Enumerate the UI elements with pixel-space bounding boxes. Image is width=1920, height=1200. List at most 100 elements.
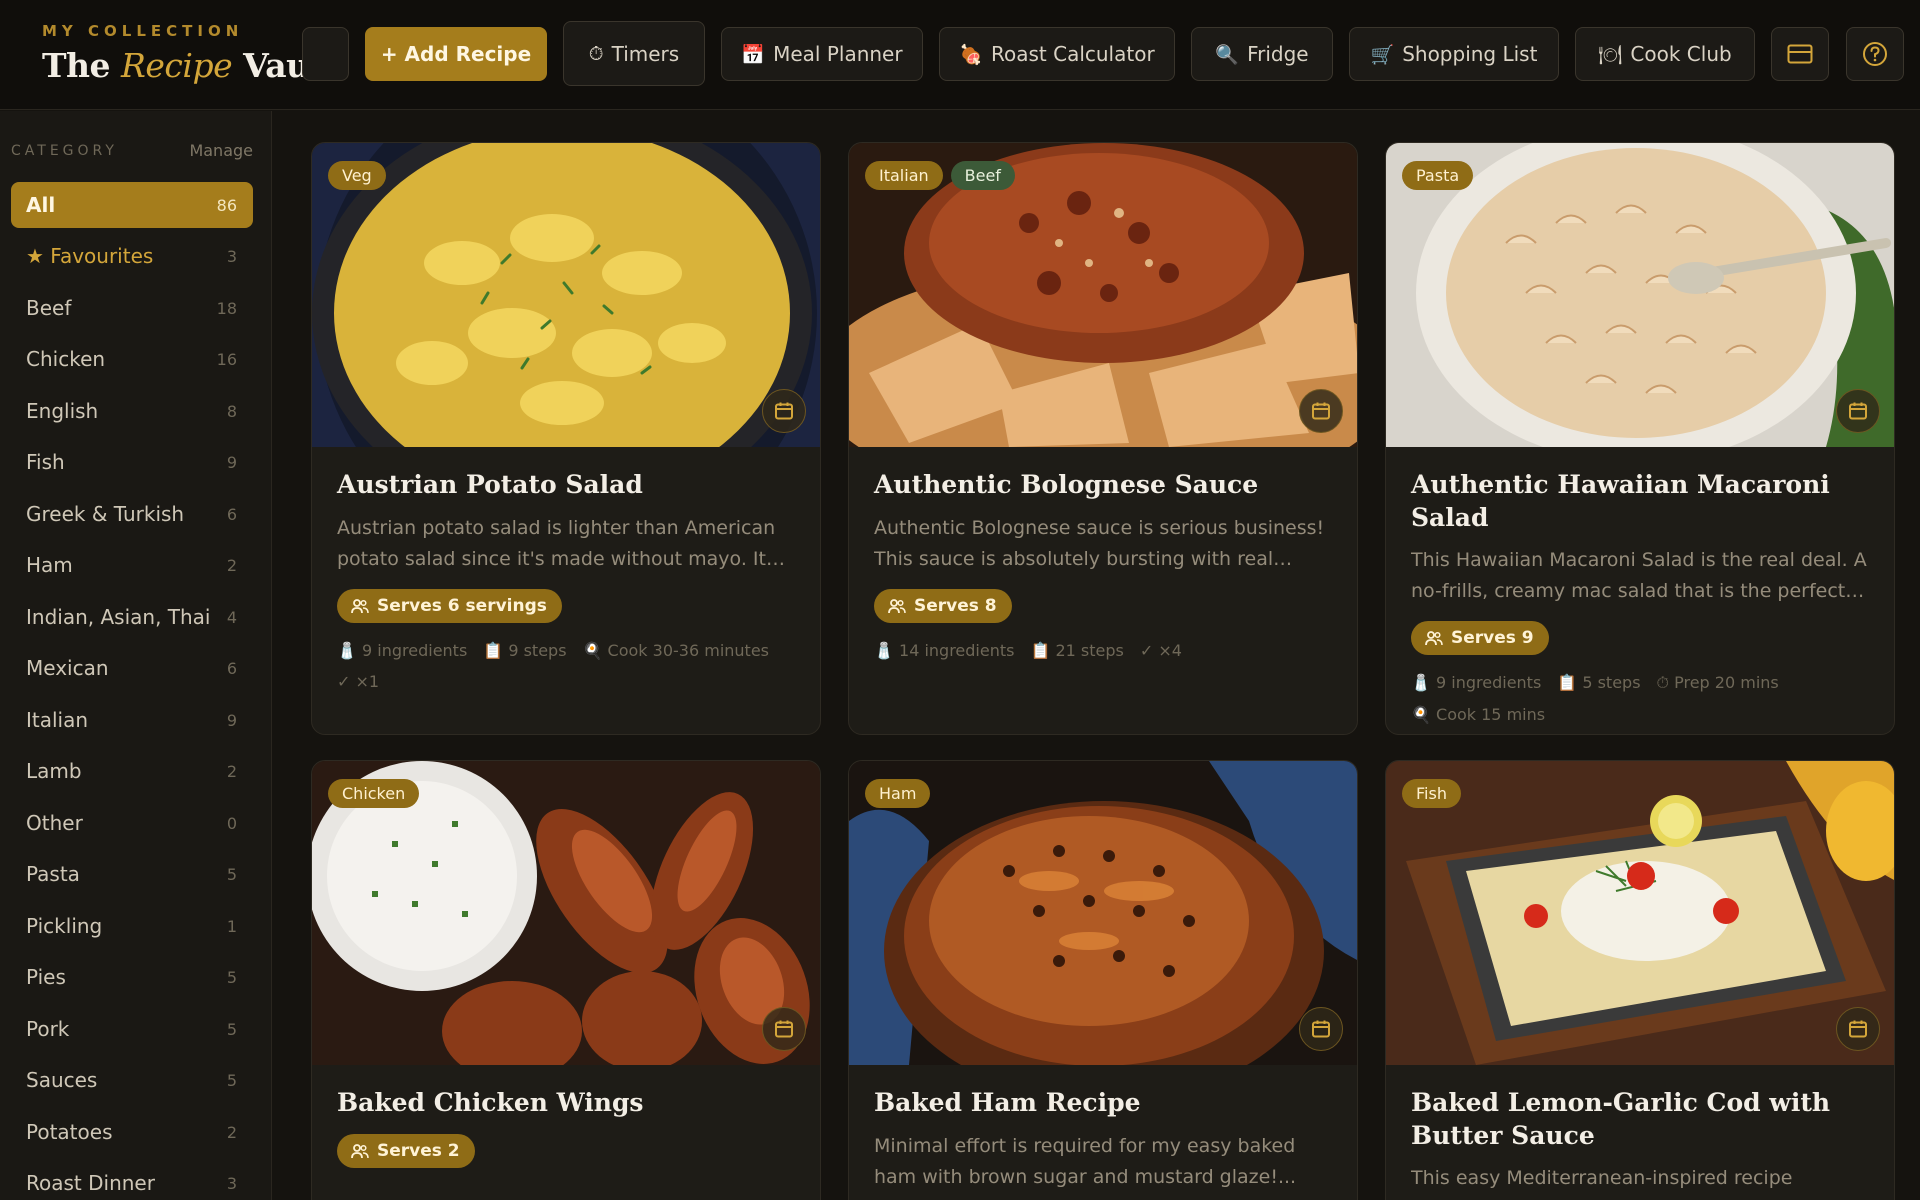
category-item-chicken[interactable]: Chicken 16: [11, 336, 253, 382]
cart-icon: 🛒: [1370, 43, 1395, 66]
roast-calculator-label: Roast Calculator: [991, 42, 1155, 66]
serves-badge: Serves 8: [874, 588, 1012, 623]
add-to-meal-plan-button[interactable]: [1836, 389, 1880, 433]
cook-club-label: Cook Club: [1630, 42, 1732, 66]
category-item-ham[interactable]: Ham 2: [11, 542, 253, 588]
stopwatch-icon: ⏱: [588, 42, 604, 65]
category-item-greek-turkish[interactable]: Greek & Turkish 6: [11, 491, 253, 537]
fridge-label: Fridge: [1247, 42, 1309, 66]
recipe-photo: Chicken: [312, 761, 820, 1065]
recipe-photo: Pasta: [1386, 143, 1894, 447]
category-item-pies[interactable]: Pies 5: [11, 954, 253, 1000]
recipe-tag: Veg: [328, 161, 386, 190]
recipe-description: This Hawaiian Macaroni Salad is the real…: [1411, 549, 1867, 602]
add-to-meal-plan-button[interactable]: [1299, 389, 1343, 433]
recipe-photo: Fish: [1386, 761, 1894, 1065]
recipe-card[interactable]: Italian Beef Authentic Bolognese Sauce A…: [848, 142, 1358, 735]
serves-label: Serves 6 servings: [377, 595, 547, 616]
recipe-tag: Fish: [1402, 779, 1461, 808]
category-item-italian[interactable]: Italian 9: [11, 697, 253, 743]
add-to-meal-plan-button[interactable]: [1299, 1007, 1343, 1051]
recipe-card[interactable]: Veg Austrian Potato Salad Austrian potat…: [311, 142, 821, 735]
category-sidebar: CATEGORY Manage All 86 ★ Favourites 3 Beef…: [0, 111, 272, 1200]
ingredients-count: 🧂 9 ingredients: [337, 640, 468, 660]
help-button[interactable]: [1846, 27, 1904, 81]
add-to-meal-plan-button[interactable]: [762, 1007, 806, 1051]
recipe-card[interactable]: Pasta Authentic Hawaiian Macaroni Salad …: [1385, 142, 1895, 735]
brand: MY COLLECTION The Recipe Vault: [42, 22, 337, 85]
card-view-button[interactable]: [1771, 27, 1829, 81]
category-item-beef[interactable]: Beef 18: [11, 285, 253, 331]
calendar-icon: [775, 402, 793, 420]
serves-label: Serves 2: [377, 1140, 460, 1161]
calendar-icon: [1849, 1020, 1867, 1038]
people-icon: [888, 598, 906, 613]
manage-categories-link[interactable]: Manage: [189, 141, 253, 160]
people-icon: [351, 1143, 369, 1158]
category-item-favourites[interactable]: ★ Favourites 3: [11, 233, 253, 279]
serves-label: Serves 9: [1451, 628, 1534, 648]
category-item-other[interactable]: Other 0: [11, 800, 253, 846]
fridge-button[interactable]: 🔍 Fridge: [1191, 27, 1333, 81]
recipe-title: Baked Ham Recipe: [874, 1088, 1141, 1117]
recipe-card-body: Baked Ham Recipe Minimal effort is requi…: [849, 1065, 1357, 1193]
category-item-mexican[interactable]: Mexican 6: [11, 645, 253, 691]
recipe-card-body: Baked Lemon-Garlic Cod with Butter Sauce…: [1386, 1065, 1894, 1200]
category-item-sauces[interactable]: Sauces 5: [11, 1057, 253, 1103]
serves-badge: Serves 6 servings: [337, 588, 562, 623]
recipe-description: Austrian potato salad is lighter than Am…: [337, 516, 776, 570]
shopping-list-button[interactable]: 🛒 Shopping List: [1349, 27, 1559, 81]
plate-icon: 🍽: [1598, 43, 1623, 66]
people-icon: [351, 598, 369, 613]
recipe-photo: Veg: [312, 143, 820, 447]
timers-label: Timers: [611, 41, 680, 66]
category-item-pickling[interactable]: Pickling 1: [11, 903, 253, 949]
calendar-icon: [775, 1020, 793, 1038]
timers-button[interactable]: ⏱ Timers: [563, 21, 705, 86]
category-item-pork[interactable]: Pork 5: [11, 1006, 253, 1052]
recipe-tag: Ham: [865, 779, 931, 808]
category-item-all[interactable]: All 86: [11, 182, 253, 228]
recipe-meta: 🧂 9 ingredients 📋 5 steps ⏱ Prep 20 mins…: [1411, 673, 1869, 724]
recipe-meta: 🧂 14 ingredients 📋 21 steps ✓ ×4: [874, 641, 1332, 660]
category-item-roast-dinner[interactable]: Roast Dinner 3: [11, 1160, 253, 1200]
recipe-photo: Italian Beef: [849, 143, 1357, 447]
category-item-pasta[interactable]: Pasta 5: [11, 851, 253, 897]
add-to-meal-plan-button[interactable]: [1836, 1007, 1880, 1051]
menu-toggle-button[interactable]: [302, 27, 349, 81]
calendar-icon: 📅: [741, 43, 766, 66]
steps-count: 📋 9 steps: [483, 640, 567, 660]
recipe-description: Authentic Bolognese sauce is serious bus…: [874, 516, 1325, 570]
brand-title: The Recipe Vault: [42, 46, 337, 85]
cook-club-button[interactable]: 🍽 Cook Club: [1575, 27, 1755, 81]
recipe-card[interactable]: Chicken Baked Chicken Wings Serves 2: [311, 760, 821, 1200]
steps-count: 📋 5 steps: [1557, 673, 1641, 692]
calendar-icon: [1312, 1020, 1330, 1038]
category-item-indian-asian-thai[interactable]: Indian, Asian, Thai 4: [11, 594, 253, 640]
roast-calculator-button[interactable]: 🍖 Roast Calculator: [939, 27, 1175, 81]
meal-planner-button[interactable]: 📅 Meal Planner: [721, 27, 923, 81]
category-item-lamb[interactable]: Lamb 2: [11, 748, 253, 794]
serves-badge: Serves 9: [1411, 621, 1549, 655]
cooked-count: ✓ ×4: [1139, 640, 1182, 660]
recipe-card[interactable]: Ham Baked Ham Recipe Minimal effort is r…: [848, 760, 1358, 1200]
add-recipe-button[interactable]: + Add Recipe: [365, 27, 547, 81]
meal-planner-label: Meal Planner: [773, 42, 903, 66]
brand-kicker: MY COLLECTION: [42, 22, 244, 40]
category-heading: CATEGORY: [11, 142, 118, 159]
category-item-potatoes[interactable]: Potatoes 2: [11, 1109, 253, 1155]
recipe-tags: Pasta: [1402, 161, 1474, 190]
recipe-tags: Ham: [865, 779, 931, 808]
recipe-title: Authentic Hawaiian Macaroni Salad: [1411, 470, 1830, 532]
recipe-title: Baked Lemon-Garlic Cod with Butter Sauce: [1411, 1088, 1831, 1150]
category-item-english[interactable]: English 8: [11, 388, 253, 434]
recipe-card[interactable]: Fish Baked Lemon-Garlic Cod with Butter …: [1385, 760, 1895, 1200]
cook-time: 🍳 Cook 15 mins: [1411, 705, 1546, 724]
cook-time: 🍳 Cook 30-36 minutes: [582, 640, 769, 660]
add-to-meal-plan-button[interactable]: [762, 389, 806, 433]
steps-count: 📋 21 steps: [1030, 640, 1124, 660]
top-bar: MY COLLECTION The Recipe Vault + Add Rec…: [0, 0, 1920, 110]
category-item-fish[interactable]: Fish 9: [11, 439, 253, 485]
cooked-count: ✓ ×1: [337, 671, 380, 691]
recipe-card-body: Authentic Bolognese Sauce Authentic Bolo…: [849, 447, 1357, 660]
